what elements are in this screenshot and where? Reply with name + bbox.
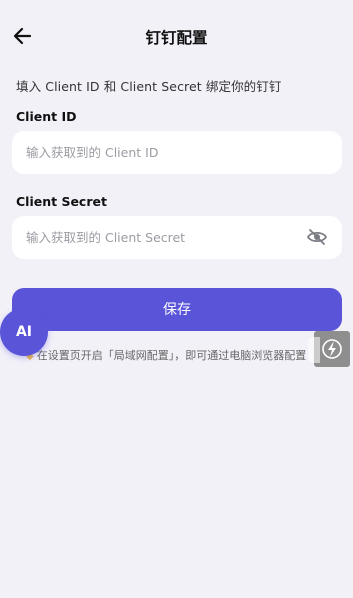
- toggle-secret-visibility-button[interactable]: [306, 227, 328, 247]
- client-id-field-container: [12, 131, 342, 174]
- floating-quick-action-button[interactable]: [308, 331, 350, 367]
- lightning-icon: [322, 339, 342, 359]
- client-secret-field-container: [12, 216, 342, 259]
- client-id-input[interactable]: [26, 131, 296, 174]
- client-id-label: Client ID: [16, 109, 77, 124]
- save-button[interactable]: 保存: [12, 288, 342, 331]
- client-secret-input[interactable]: [26, 216, 296, 259]
- intro-text: 填入 Client ID 和 Client Secret 绑定你的钉钉: [16, 79, 282, 94]
- ai-assistant-button[interactable]: AI: [0, 308, 48, 356]
- eye-off-icon: [307, 229, 327, 245]
- dingtalk-config-page: 钉钉配置 填入 Client ID 和 Client Secret 绑定你的钉钉…: [0, 0, 353, 598]
- page-title: 钉钉配置: [145, 29, 208, 47]
- tip-text: 在设置页开启「局域网配置」，即可通过电脑浏览器配置: [36, 349, 307, 362]
- app-header: 钉钉配置: [0, 18, 353, 54]
- tip-text-row: ◆ 在设置页开启「局域网配置」，即可通过电脑浏览器配置: [26, 347, 346, 365]
- client-secret-label: Client Secret: [16, 194, 107, 209]
